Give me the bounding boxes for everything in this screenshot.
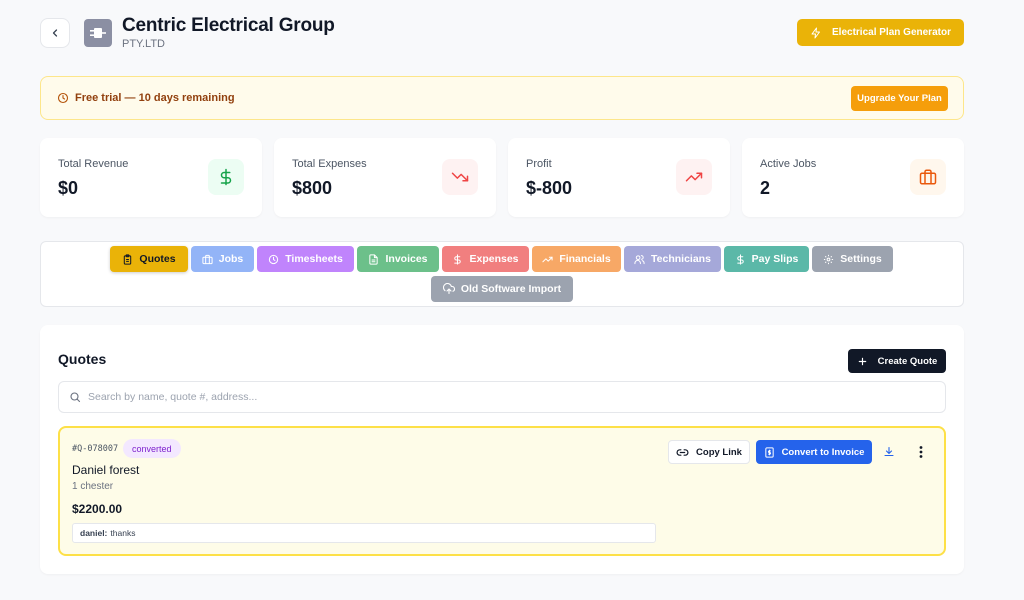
quote-number: #Q-078007: [72, 444, 119, 454]
document-icon: [369, 253, 379, 265]
trending-up-icon: [542, 256, 553, 262]
tab-settings[interactable]: Settings: [812, 246, 893, 272]
clock-icon: [57, 92, 69, 104]
create-quote-label: Create Quote: [877, 355, 938, 367]
company-logo: [84, 19, 112, 47]
tab-financials[interactable]: Financials: [532, 246, 621, 272]
clock-icon: [269, 254, 279, 264]
chevron-left-icon: [52, 29, 58, 37]
tab-label: Pay Slips: [751, 253, 799, 265]
users-icon: [634, 254, 645, 264]
convert-to-invoice-button[interactable]: Convert to Invoice: [756, 440, 872, 464]
plus-icon: [858, 357, 866, 365]
briefcase-icon: [910, 159, 946, 195]
tab-label: Jobs: [218, 253, 244, 265]
stat-label: Total Revenue: [58, 158, 129, 170]
tab-pay-slips[interactable]: Pay Slips: [724, 246, 809, 272]
trial-text: Free trial — 10 days remaining: [75, 92, 235, 104]
note-text: thanks: [110, 528, 136, 538]
upgrade-plan-button[interactable]: Upgrade Your Plan: [851, 86, 948, 111]
tab-old-software-import[interactable]: Old Software Import: [431, 276, 573, 302]
tab-timesheets[interactable]: Timesheets: [257, 246, 354, 272]
more-vertical-icon: [919, 446, 923, 458]
copy-link-label: Copy Link: [696, 446, 742, 458]
quote-amount: $2200.00: [72, 502, 123, 516]
tab-quotes[interactable]: Quotes: [110, 246, 188, 272]
upload-cloud-icon: [442, 283, 455, 295]
lightning-icon: [811, 27, 821, 38]
download-button[interactable]: [878, 441, 900, 463]
stat-label: Active Jobs: [760, 158, 817, 170]
tab-label: Quotes: [139, 253, 176, 265]
search-input[interactable]: [88, 391, 888, 403]
link-icon: [676, 448, 689, 456]
stat-value: $800: [292, 178, 333, 198]
tab-label: Timesheets: [285, 253, 343, 265]
client-name: Daniel forest: [72, 463, 140, 477]
stat-value: $-800: [526, 178, 573, 198]
quotes-title: Quotes: [58, 351, 107, 367]
tab-invoices[interactable]: Invoices: [357, 246, 439, 272]
search-icon: [70, 392, 81, 403]
trial-message: Free trial — 10 days remaining: [57, 92, 235, 104]
quote-note: daniel: thanks: [72, 523, 656, 543]
electrical-plan-generator-button[interactable]: Electrical Plan Generator: [797, 19, 964, 46]
tab-label: Settings: [840, 253, 882, 265]
search-box: [58, 381, 946, 413]
gear-icon: [824, 254, 834, 264]
download-icon: [884, 446, 894, 457]
plug-icon: [90, 28, 106, 38]
dollar-icon: [208, 159, 244, 195]
client-address: 1 chester: [72, 481, 114, 492]
note-author: daniel:: [80, 528, 108, 538]
tab-technicians[interactable]: Technicians: [624, 246, 721, 272]
stat-card-active-jobs: Active Jobs 2: [742, 138, 964, 217]
stat-card-total-revenue: Total Revenue $0: [40, 138, 262, 217]
tab-label: Financials: [559, 253, 611, 265]
back-button[interactable]: [40, 18, 70, 48]
dollar-icon: [454, 253, 462, 265]
company-name: Centric Electrical Group: [122, 15, 335, 36]
tab-label: Technicians: [651, 253, 711, 265]
tab-jobs[interactable]: Jobs: [191, 246, 254, 272]
stat-value: $0: [58, 178, 79, 198]
plan-generator-label: Electrical Plan Generator: [832, 27, 951, 38]
briefcase-icon: [202, 254, 213, 264]
stat-card-total-expenses: Total Expenses $800: [274, 138, 496, 217]
trending-down-icon: [442, 159, 478, 195]
status-badge: converted: [123, 439, 181, 458]
tab-label: Old Software Import: [460, 283, 562, 295]
copy-link-button[interactable]: Copy Link: [668, 440, 750, 464]
quote-card[interactable]: #Q-078007 converted Daniel forest 1 ches…: [58, 426, 946, 556]
trial-banner: Free trial — 10 days remaining Upgrade Y…: [40, 76, 964, 120]
stat-label: Total Expenses: [292, 158, 367, 170]
dollar-icon: [736, 253, 744, 265]
more-options-button[interactable]: [910, 441, 932, 463]
trending-up-icon: [676, 159, 712, 195]
create-quote-button[interactable]: Create Quote: [848, 349, 946, 373]
clipboard-icon: [124, 253, 132, 265]
convert-label: Convert to Invoice: [781, 446, 865, 458]
tab-expenses[interactable]: Expenses: [442, 246, 529, 272]
stat-label: Profit: [526, 158, 552, 170]
tab-label: Invoices: [385, 253, 428, 265]
quotes-panel: Quotes Create Quote #Q-078007 converted …: [40, 325, 964, 574]
tab-label: Expenses: [469, 253, 519, 265]
invoice-icon: [764, 446, 774, 458]
stat-card-profit: Profit $-800: [508, 138, 730, 217]
stat-value: 2: [760, 178, 771, 198]
company-subtitle: PTY.LTD: [122, 38, 165, 50]
